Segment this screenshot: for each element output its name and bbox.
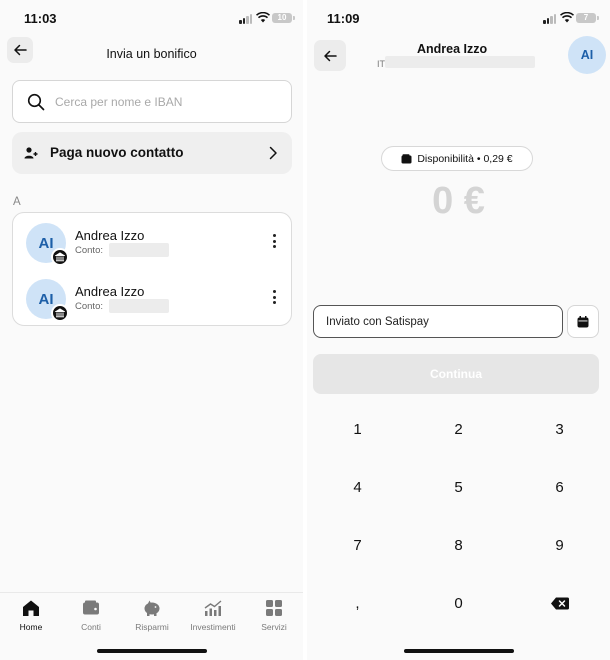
tab-servizi[interactable]: Servizi xyxy=(243,599,303,632)
key-6[interactable]: 6 xyxy=(509,458,610,516)
tab-home[interactable]: Home xyxy=(0,599,62,632)
back-button[interactable] xyxy=(314,40,346,71)
status-bar: 11:09 7 xyxy=(307,0,610,36)
memo-field[interactable] xyxy=(313,305,563,338)
wifi-icon xyxy=(560,12,574,23)
wallet-icon xyxy=(401,153,412,163)
bank-icon xyxy=(51,304,69,322)
home-indicator xyxy=(403,649,514,653)
schedule-button[interactable] xyxy=(567,305,599,338)
more-options-icon[interactable] xyxy=(272,234,276,248)
available-balance-badge[interactable]: Disponibilità • 0,29 € xyxy=(381,146,533,171)
tab-conti[interactable]: Conti xyxy=(60,599,122,632)
backspace-icon xyxy=(550,597,569,609)
status-time: 11:03 xyxy=(24,11,57,26)
home-indicator xyxy=(96,649,207,653)
redacted-iban xyxy=(385,56,535,68)
continue-button[interactable]: Continua xyxy=(313,354,599,394)
numeric-keypad: 1 2 3 4 5 6 7 8 9 , 0 xyxy=(307,400,610,632)
status-time: 11:09 xyxy=(327,11,360,26)
redacted-account-number xyxy=(109,299,169,313)
contact-name: Andrea Izzo xyxy=(75,284,145,299)
add-person-icon xyxy=(24,147,38,159)
grid-icon xyxy=(266,600,282,616)
section-header: A xyxy=(13,196,21,208)
battery-icon: 10 xyxy=(272,13,295,23)
search-icon xyxy=(27,93,45,111)
bank-icon xyxy=(51,248,69,266)
chevron-right-icon xyxy=(269,146,277,160)
key-comma[interactable]: , xyxy=(307,574,408,632)
key-7[interactable]: 7 xyxy=(307,516,408,574)
battery-icon: 7 xyxy=(576,13,599,23)
search-box[interactable] xyxy=(12,80,292,123)
signal-icon xyxy=(239,14,252,24)
page-title: Invia un bonifico xyxy=(106,47,197,61)
key-0[interactable]: 0 xyxy=(408,574,509,632)
key-1[interactable]: 1 xyxy=(307,400,408,458)
pay-new-contact-label: Paga nuovo contatto xyxy=(50,145,184,160)
memo-input[interactable] xyxy=(326,313,546,331)
send-transfer-screen: 11:03 10 Invia un bonifico Paga nuovo co… xyxy=(0,0,303,660)
contact-item[interactable]: AI Andrea Izzo Conto: xyxy=(13,269,291,325)
tab-investimenti[interactable]: Investimenti xyxy=(182,599,244,632)
key-5[interactable]: 5 xyxy=(408,458,509,516)
status-bar: 11:03 10 xyxy=(0,0,303,36)
key-8[interactable]: 8 xyxy=(408,516,509,574)
backspace-button[interactable] xyxy=(509,574,610,632)
more-options-icon[interactable] xyxy=(272,290,276,304)
chart-up-icon xyxy=(204,600,222,616)
key-4[interactable]: 4 xyxy=(307,458,408,516)
pay-new-contact-button[interactable]: Paga nuovo contatto xyxy=(12,132,292,174)
calendar-icon xyxy=(577,315,589,327)
tab-risparmi[interactable]: Risparmi xyxy=(121,599,183,632)
amount-entry-screen: 11:09 7 Andrea Izzo IT AI Disponibilità … xyxy=(307,0,610,660)
iban-prefix: IT xyxy=(377,59,385,69)
arrow-left-icon xyxy=(324,50,337,61)
account-label: Conto: xyxy=(75,245,103,256)
account-label: Conto: xyxy=(75,301,103,312)
amount-display: 0 € xyxy=(432,180,485,222)
key-3[interactable]: 3 xyxy=(509,400,610,458)
key-9[interactable]: 9 xyxy=(509,516,610,574)
contact-list: AI Andrea Izzo Conto: AI Andrea Izzo Con… xyxy=(12,212,292,326)
key-2[interactable]: 2 xyxy=(408,400,509,458)
search-input[interactable] xyxy=(55,91,275,113)
home-icon xyxy=(23,600,39,616)
redacted-account-number xyxy=(109,243,169,257)
signal-icon xyxy=(543,14,556,24)
wifi-icon xyxy=(256,12,270,23)
available-balance-text: Disponibilità • 0,29 € xyxy=(417,152,513,165)
contact-item[interactable]: AI Andrea Izzo Conto: xyxy=(13,213,291,269)
piggy-bank-icon xyxy=(144,600,160,616)
contact-name: Andrea Izzo xyxy=(75,228,145,243)
tab-bar: Home Conti Risparmi Investimenti Servizi xyxy=(0,592,303,660)
avatar[interactable]: AI xyxy=(568,36,606,74)
recipient-name: Andrea Izzo xyxy=(417,42,488,56)
wallet-icon xyxy=(83,600,99,615)
